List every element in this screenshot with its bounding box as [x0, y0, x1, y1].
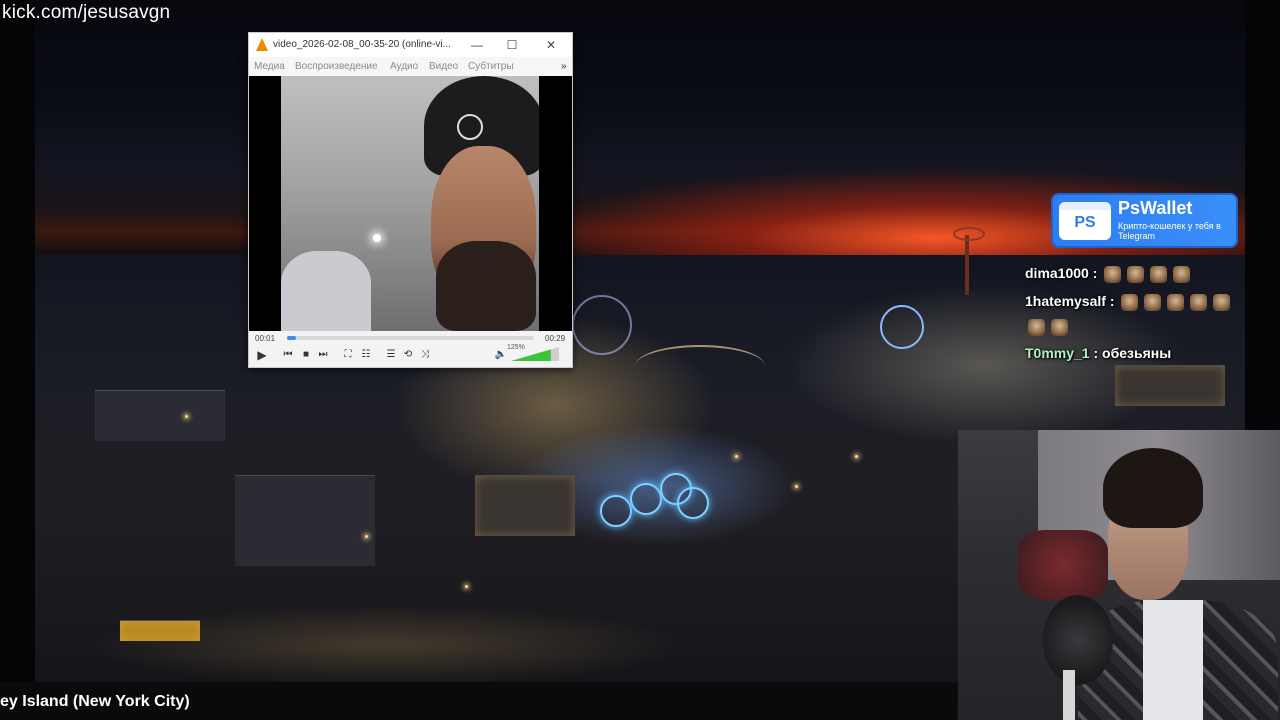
ad-title: PsWallet — [1118, 198, 1193, 218]
emote-icon — [1028, 318, 1045, 336]
street-light — [185, 415, 188, 418]
cam-clothes-pile — [1018, 530, 1108, 600]
emote-icon — [1144, 293, 1162, 311]
lit-wheel — [630, 483, 662, 515]
play-icon[interactable]: ▶ — [255, 348, 269, 362]
emote-icon — [1127, 265, 1145, 283]
volume-slider[interactable] — [511, 347, 559, 361]
volume-triangle — [511, 347, 559, 361]
fullscreen-icon[interactable]: ⛶ — [341, 348, 355, 362]
jacket-shape — [281, 251, 371, 331]
elapsed-time: 00:01 — [255, 334, 276, 343]
extended-settings-icon[interactable]: ☷ — [359, 348, 373, 362]
street-light — [465, 585, 468, 588]
streamer-webcam — [958, 430, 1280, 720]
chat-text: обезьяны — [1102, 345, 1172, 361]
vlc-video-area[interactable] — [249, 76, 572, 331]
menu-media[interactable]: Медиа — [254, 61, 285, 72]
cam-hair — [1103, 448, 1203, 528]
pswallet-ad[interactable]: PS PsWallet Крипто-кошелек у тебя в Tele… — [1051, 193, 1238, 248]
loop-icon[interactable]: ⟲ — [401, 348, 415, 362]
minimize-button[interactable]: — — [467, 36, 487, 54]
chat-username: T0mmy_1 — [1025, 345, 1090, 361]
cam-tshirt — [1143, 600, 1203, 720]
vlc-cone-icon — [256, 38, 268, 51]
volume-icon[interactable]: 🔈 — [494, 348, 508, 362]
emote-icon — [1051, 318, 1068, 336]
chat-username: 1hatemysalf — [1025, 293, 1106, 309]
seek-bar[interactable] — [287, 336, 534, 340]
stream-url: kick.com/jesusavgn — [2, 2, 171, 23]
menu-video[interactable]: Видео — [429, 61, 458, 72]
emote-icon — [1167, 293, 1185, 311]
menu-more[interactable]: » — [561, 61, 567, 72]
ad-subtitle: Крипто-кошелек у тебя в Telegram — [1118, 221, 1221, 241]
location-caption: ey Island (New York City) — [0, 693, 190, 710]
vlc-controls: 00:01 00:29 ▶ ⏮ ■ ⏭ ⛶ ☷ ☰ ⟲ ⤨ 🔈 125% — [249, 331, 572, 367]
menu-subtitles[interactable]: Субтитры — [468, 61, 514, 72]
building — [95, 390, 225, 441]
previous-icon[interactable]: ⏮ — [281, 348, 295, 362]
chat-separator: : — [1089, 345, 1103, 361]
chat-message: dima1000 : — [1025, 265, 1193, 283]
street-light — [855, 455, 858, 458]
emote-icon — [1104, 265, 1122, 283]
emote-icon — [1213, 293, 1231, 311]
vlc-window-title: video_2026-02-08_00-35-20 (online-vi... — [273, 39, 451, 50]
chat-emotes — [1118, 293, 1233, 311]
close-button[interactable]: ✕ — [541, 36, 561, 54]
parachute-tower — [965, 235, 969, 295]
mercedes-logo-icon — [457, 114, 483, 140]
stop-icon[interactable]: ■ — [299, 348, 313, 362]
vlc-title-bar[interactable]: video_2026-02-08_00-35-20 (online-vi... … — [249, 33, 572, 57]
seek-progress — [287, 336, 296, 340]
building — [1115, 365, 1225, 406]
emote-icon — [1190, 293, 1208, 311]
next-icon[interactable]: ⏭ — [316, 348, 330, 362]
vlc-menu-bar: Медиа Воспроизведение Аудио Видео Субтит… — [249, 57, 572, 76]
building — [235, 475, 375, 566]
beard-shape — [436, 241, 536, 331]
street-lamp-glow — [373, 234, 381, 242]
maximize-button[interactable]: ☐ — [502, 36, 522, 54]
chat-username: dima1000 — [1025, 265, 1089, 281]
chat-message: 1hatemysalf : — [1025, 293, 1233, 311]
mic-stand — [1063, 670, 1075, 720]
caption-bar: ey Island (New York City) — [0, 682, 958, 720]
wonder-wheel — [880, 305, 924, 349]
pswallet-logo-text: PS — [1074, 214, 1096, 231]
total-time: 00:29 — [545, 334, 566, 343]
chat-emote-row — [1025, 318, 1071, 336]
emote-icon — [1173, 265, 1191, 283]
street-light — [735, 455, 738, 458]
chat-emotes — [1101, 265, 1193, 283]
building — [475, 475, 575, 536]
shuffle-icon[interactable]: ⤨ — [418, 348, 432, 362]
chat-separator: : — [1105, 293, 1119, 309]
video-frame — [281, 76, 539, 331]
ferris-wheel — [572, 295, 632, 355]
roller-coaster — [635, 345, 765, 387]
school-bus — [120, 620, 200, 641]
vlc-window[interactable]: video_2026-02-08_00-35-20 (online-vi... … — [248, 32, 573, 368]
chat-separator: : — [1088, 265, 1102, 281]
playlist-icon[interactable]: ☰ — [384, 348, 398, 362]
microphone-icon — [1043, 595, 1113, 685]
street-light — [795, 485, 798, 488]
wallet-flap-icon — [1059, 202, 1111, 210]
parachute-tower-top — [953, 227, 985, 241]
lit-wheel — [677, 487, 709, 519]
menu-audio[interactable]: Аудио — [390, 61, 418, 72]
menu-playback[interactable]: Воспроизведение — [295, 61, 378, 72]
chat-message: T0mmy_1 : обезьяны — [1025, 345, 1171, 361]
street-light — [365, 535, 368, 538]
emote-icon — [1150, 265, 1168, 283]
lit-wheel — [600, 495, 632, 527]
emote-icon — [1121, 293, 1139, 311]
